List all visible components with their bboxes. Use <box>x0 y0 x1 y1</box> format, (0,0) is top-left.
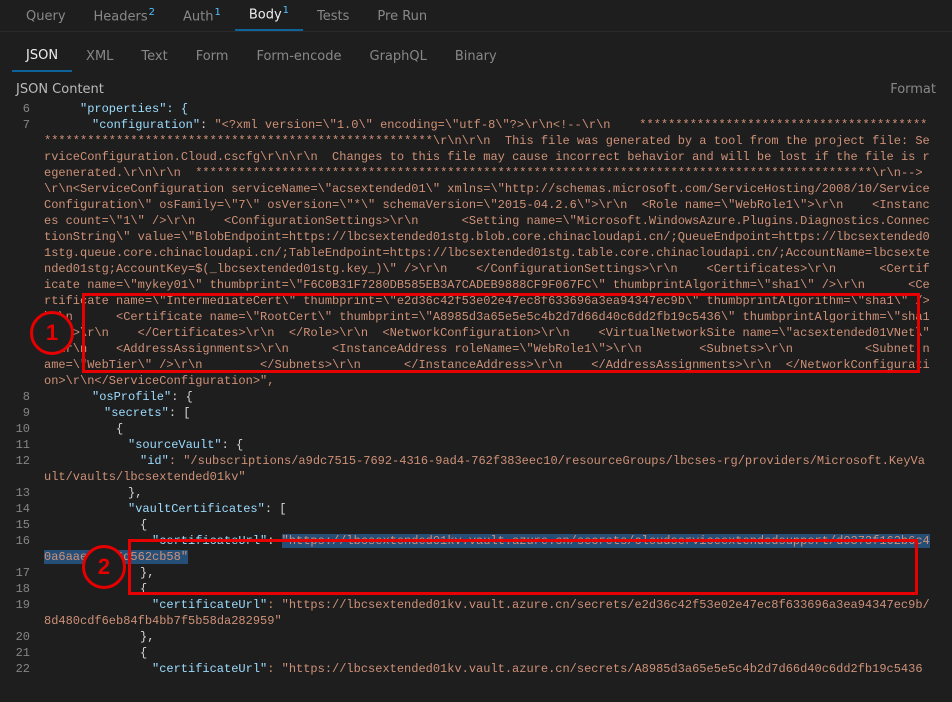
tab-prerun[interactable]: Pre Run <box>363 2 441 31</box>
certificate-url-3: : "https://lbcsextended01kv.vault.azure.… <box>267 662 922 676</box>
content-header: JSON Content Format <box>0 74 952 101</box>
tab-query[interactable]: Query <box>12 2 80 31</box>
line-number: 13 <box>0 485 44 501</box>
subtab-form[interactable]: Form <box>182 42 243 71</box>
auth-badge: 1 <box>214 7 220 18</box>
line-number: 11 <box>0 437 44 453</box>
tab-body[interactable]: Body1 <box>235 0 303 31</box>
body-badge: 1 <box>283 5 289 16</box>
line-number: 21 <box>0 645 44 661</box>
body-type-tabs: JSON XML Text Form Form-encode GraphQL B… <box>0 38 952 74</box>
line-number: 8 <box>0 389 44 405</box>
subtab-form-encode[interactable]: Form-encode <box>242 42 355 71</box>
request-section-tabs: Query Headers2 Auth1 Body1 Tests Pre Run <box>0 0 952 32</box>
line-number: 14 <box>0 501 44 517</box>
line-number: 18 <box>0 581 44 597</box>
line-number: 6 <box>0 101 44 117</box>
tab-headers[interactable]: Headers2 <box>80 0 169 31</box>
line-number: 17 <box>0 565 44 581</box>
tab-tests[interactable]: Tests <box>303 2 363 31</box>
content-label: JSON Content <box>16 82 104 97</box>
line-number: 12 <box>0 453 44 485</box>
line-number: 22 <box>0 661 44 677</box>
subtab-text[interactable]: Text <box>127 42 181 71</box>
line-number: 7 <box>0 117 44 389</box>
headers-badge: 2 <box>149 7 155 18</box>
line-number: 10 <box>0 421 44 437</box>
configuration-value: "<?xml version=\"1.0\" encoding=\"utf-8\… <box>44 118 930 276</box>
subtab-binary[interactable]: Binary <box>441 42 511 71</box>
format-button[interactable]: Format <box>890 82 936 97</box>
subtab-json[interactable]: JSON <box>12 41 72 72</box>
line-number: 15 <box>0 517 44 533</box>
line-number: 16 <box>0 533 44 565</box>
line-number: 19 <box>0 597 44 629</box>
json-editor[interactable]: 1 2 6 "properties": { 7 "configuration":… <box>0 101 952 699</box>
line-number: 20 <box>0 629 44 645</box>
source-vault-id: : "/subscriptions/a9dc7515-7692-4316-9ad… <box>44 454 925 484</box>
code-text: "properties": { <box>80 102 188 116</box>
subtab-xml[interactable]: XML <box>72 42 127 71</box>
line-number: 9 <box>0 405 44 421</box>
tab-auth[interactable]: Auth1 <box>169 0 235 31</box>
subtab-graphql[interactable]: GraphQL <box>356 42 441 71</box>
